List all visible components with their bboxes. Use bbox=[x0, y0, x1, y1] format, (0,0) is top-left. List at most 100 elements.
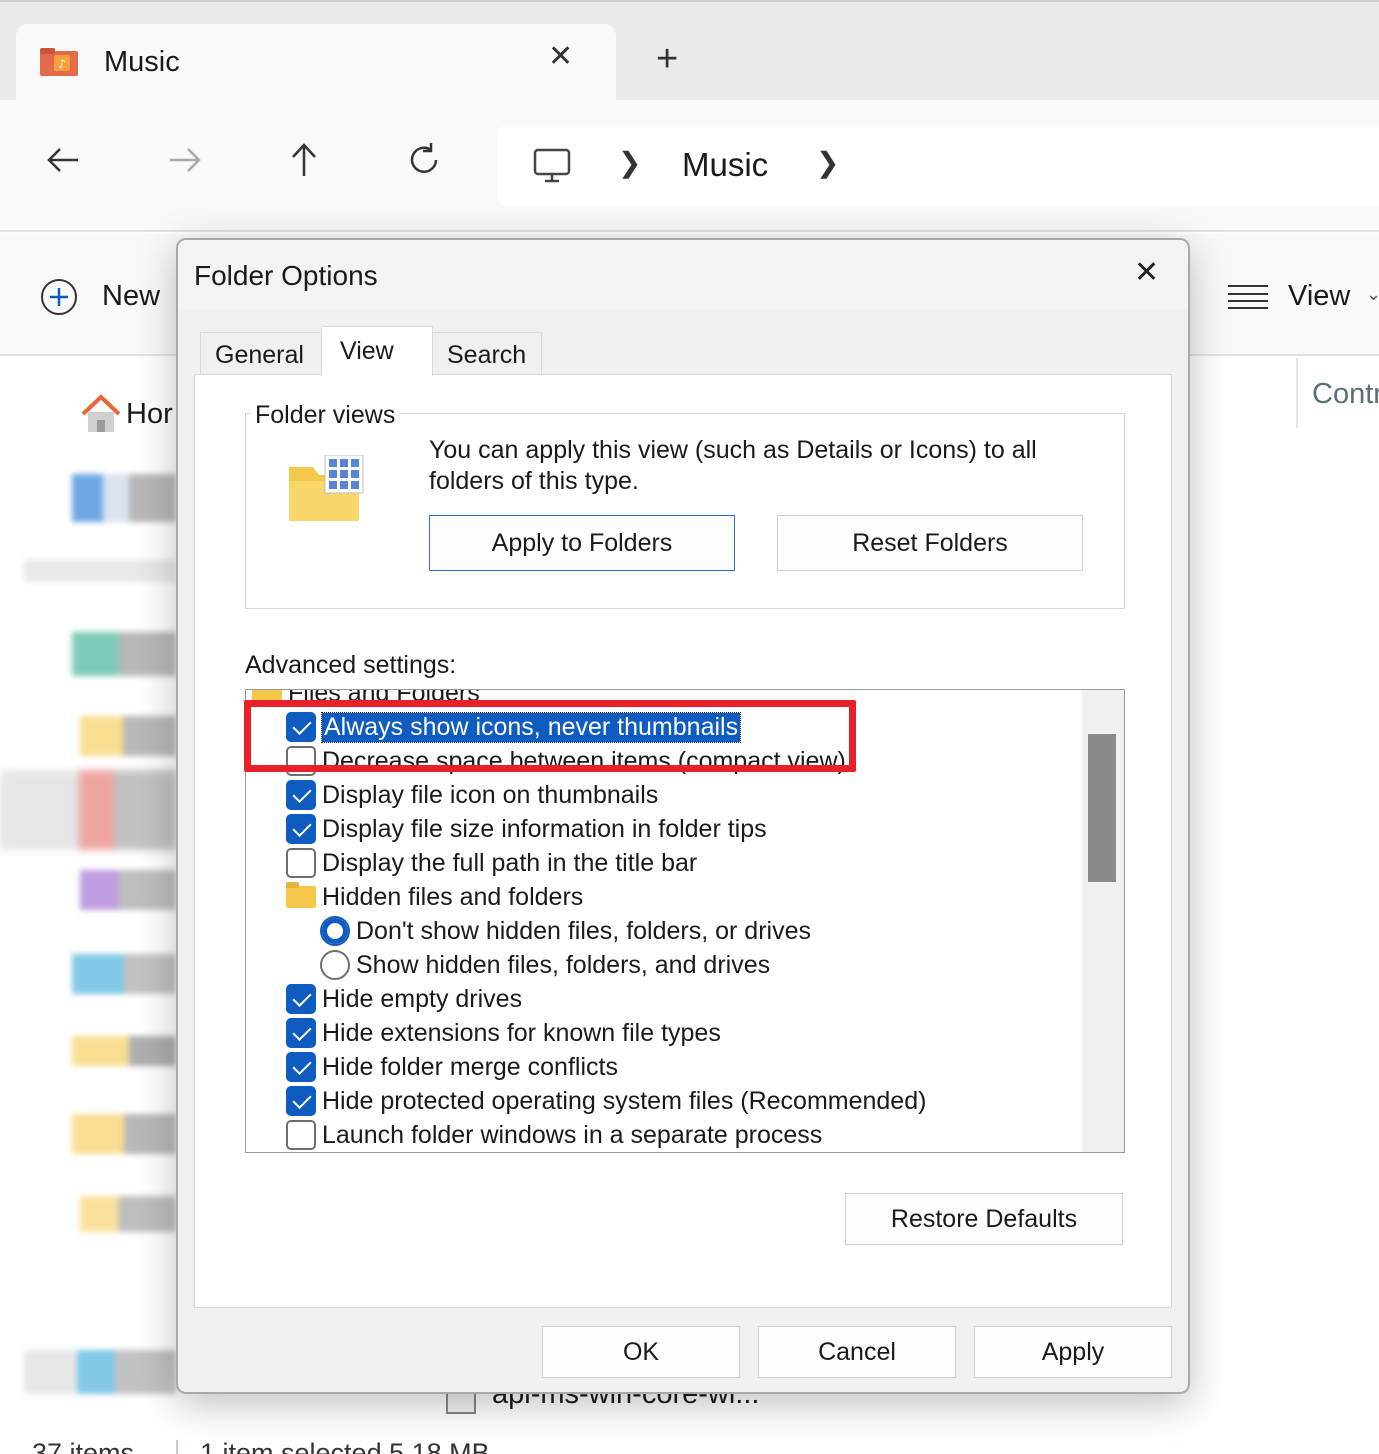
option-label: Files and Folders bbox=[288, 689, 480, 707]
tab-search[interactable]: Search bbox=[432, 332, 542, 374]
chevron-right-icon[interactable]: ❯ bbox=[618, 146, 641, 179]
scrollbar-thumb[interactable] bbox=[1088, 734, 1116, 882]
checkbox-unchecked[interactable] bbox=[286, 1120, 316, 1150]
restore-defaults-button[interactable]: Restore Defaults bbox=[845, 1193, 1123, 1245]
checkbox-checked[interactable] bbox=[286, 712, 316, 742]
checkbox-checked[interactable] bbox=[286, 984, 316, 1014]
checkbox-checked[interactable] bbox=[286, 780, 316, 810]
checkbox-unchecked[interactable] bbox=[286, 746, 316, 776]
cancel-button[interactable]: Cancel bbox=[758, 1326, 956, 1378]
settings-option[interactable]: Hide empty drives bbox=[246, 982, 1086, 1016]
advanced-settings-list[interactable]: Launch folder windows in a separate proc… bbox=[245, 689, 1125, 1153]
details-pane-title: Contr bbox=[1312, 378, 1379, 410]
folder-icon bbox=[252, 690, 282, 704]
checkbox-checked[interactable] bbox=[286, 1086, 316, 1116]
option-label: Display the full path in the title bar bbox=[322, 849, 698, 877]
settings-option[interactable]: Always show icons, never thumbnails bbox=[246, 710, 1086, 744]
radio-selected[interactable] bbox=[320, 916, 350, 946]
plus-icon[interactable]: + bbox=[656, 40, 678, 78]
checkbox-checked[interactable] bbox=[286, 1052, 316, 1082]
explorer-tab-music[interactable]: ♪ Music ✕ bbox=[16, 24, 616, 104]
sidebar-blurred-item[interactable] bbox=[24, 1350, 176, 1394]
arrow-left-icon[interactable] bbox=[44, 140, 84, 180]
settings-option[interactable]: Display file size information in folder … bbox=[246, 812, 1086, 846]
sidebar-blurred-item[interactable] bbox=[72, 632, 176, 676]
settings-option[interactable]: Show hidden files, folders, and drives bbox=[246, 948, 1086, 982]
dialog-title-bar: Folder Options ✕ bbox=[178, 240, 1188, 310]
folder-views-description: You can apply this view (such as Details… bbox=[429, 436, 1037, 495]
details-pane-header: Contr bbox=[1296, 358, 1379, 428]
tab-view[interactable]: View bbox=[321, 326, 433, 376]
folder-views-legend: Folder views bbox=[251, 401, 400, 430]
settings-option[interactable]: Hide extensions for known file types bbox=[246, 1016, 1086, 1050]
chevron-down-icon[interactable]: ⌄ bbox=[1366, 284, 1379, 305]
address-path[interactable]: Music bbox=[682, 146, 768, 184]
address-bar[interactable]: ❯ Music ❯ bbox=[498, 126, 1379, 206]
checkbox-checked[interactable] bbox=[286, 1018, 316, 1048]
settings-option[interactable]: Display file icon on thumbnails bbox=[246, 778, 1086, 812]
sidebar-blurred-item[interactable] bbox=[80, 1196, 176, 1232]
option-label: Hide protected operating system files (R… bbox=[322, 1087, 927, 1115]
settings-option[interactable]: Decrease space between items (compact vi… bbox=[246, 744, 1086, 778]
new-button[interactable]: New bbox=[102, 280, 160, 313]
settings-option[interactable]: Hide protected operating system files (R… bbox=[246, 1084, 1086, 1118]
sidebar-item-home[interactable]: Hor bbox=[126, 398, 173, 431]
selection-info: 1 item selected 5.18 MB bbox=[200, 1438, 490, 1454]
sidebar-blurred-item[interactable] bbox=[24, 560, 176, 582]
ok-button[interactable]: OK bbox=[542, 1326, 740, 1378]
close-icon[interactable]: ✕ bbox=[548, 42, 573, 72]
settings-category: Hidden files and folders bbox=[246, 880, 1086, 914]
monitor-icon bbox=[533, 148, 571, 183]
music-folder-icon: ♪ bbox=[40, 48, 78, 76]
checkbox-checked[interactable] bbox=[286, 814, 316, 844]
settings-option[interactable]: Hide folder merge conflicts bbox=[246, 1050, 1086, 1084]
settings-option[interactable]: Don't show hidden files, folders, or dri… bbox=[246, 914, 1086, 948]
sidebar-blurred-item[interactable] bbox=[72, 954, 176, 994]
reset-folders-button[interactable]: Reset Folders bbox=[777, 515, 1083, 571]
folder-views-icon bbox=[289, 455, 364, 521]
status-divider bbox=[176, 1440, 178, 1454]
settings-option[interactable]: Display the full path in the title bar bbox=[246, 846, 1086, 880]
sidebar-blurred-item[interactable] bbox=[72, 1114, 176, 1154]
folder-icon bbox=[286, 882, 316, 908]
settings-category: Files and Folders bbox=[246, 689, 1086, 710]
radio-unselected[interactable] bbox=[320, 950, 350, 980]
option-label: Display file icon on thumbnails bbox=[322, 781, 659, 809]
home-icon[interactable] bbox=[80, 394, 122, 434]
tab-title: Music bbox=[104, 46, 180, 78]
explorer-title-bar: ♪ Music ✕ + bbox=[0, 0, 1379, 104]
item-count: 37 items bbox=[32, 1438, 135, 1454]
option-label: Hide extensions for known file types bbox=[322, 1019, 721, 1047]
arrow-up-icon[interactable] bbox=[284, 140, 324, 180]
option-label: Launch folder windows in a separate proc… bbox=[322, 1121, 823, 1149]
refresh-icon[interactable] bbox=[404, 140, 444, 180]
view-tab-panel: Folder views You can apply this view (su… bbox=[194, 374, 1172, 1308]
apply-to-folders-button[interactable]: Apply to Folders bbox=[429, 515, 735, 571]
checkbox-unchecked[interactable] bbox=[286, 848, 316, 878]
tab-general[interactable]: General bbox=[200, 332, 322, 374]
scrollbar[interactable] bbox=[1082, 690, 1124, 1152]
dialog-title: Folder Options bbox=[194, 260, 378, 291]
arrow-right-icon[interactable] bbox=[164, 140, 204, 180]
sidebar-blurred-item[interactable] bbox=[72, 1036, 176, 1066]
plus-circle-icon[interactable] bbox=[40, 278, 78, 316]
sidebar-blurred-item[interactable] bbox=[80, 716, 176, 756]
sidebar-blurred-item[interactable] bbox=[0, 770, 176, 850]
option-label: Hide empty drives bbox=[322, 985, 523, 1013]
close-icon[interactable]: ✕ bbox=[1134, 258, 1159, 288]
chevron-right-icon[interactable]: ❯ bbox=[816, 146, 839, 179]
view-button[interactable]: View bbox=[1288, 280, 1350, 313]
apply-button[interactable]: Apply bbox=[974, 1326, 1172, 1378]
folder-options-dialog: Folder Options ✕ General View Search Fol… bbox=[176, 238, 1190, 1394]
option-label: Hidden files and folders bbox=[322, 883, 584, 911]
advanced-settings-label: Advanced settings: bbox=[245, 651, 457, 679]
sidebar-blurred-item[interactable] bbox=[72, 474, 176, 522]
svg-text:♪: ♪ bbox=[58, 57, 66, 71]
sidebar-blurred-item[interactable] bbox=[80, 870, 176, 910]
option-label: Show hidden files, folders, and drives bbox=[356, 951, 771, 979]
option-label: Hide folder merge conflicts bbox=[322, 1053, 618, 1081]
list-view-icon[interactable] bbox=[1228, 284, 1268, 310]
option-label: Always show icons, never thumbnails bbox=[320, 712, 742, 743]
settings-option[interactable]: Launch folder windows in a separate proc… bbox=[246, 1118, 1086, 1152]
option-label: Display file size information in folder … bbox=[322, 815, 767, 843]
